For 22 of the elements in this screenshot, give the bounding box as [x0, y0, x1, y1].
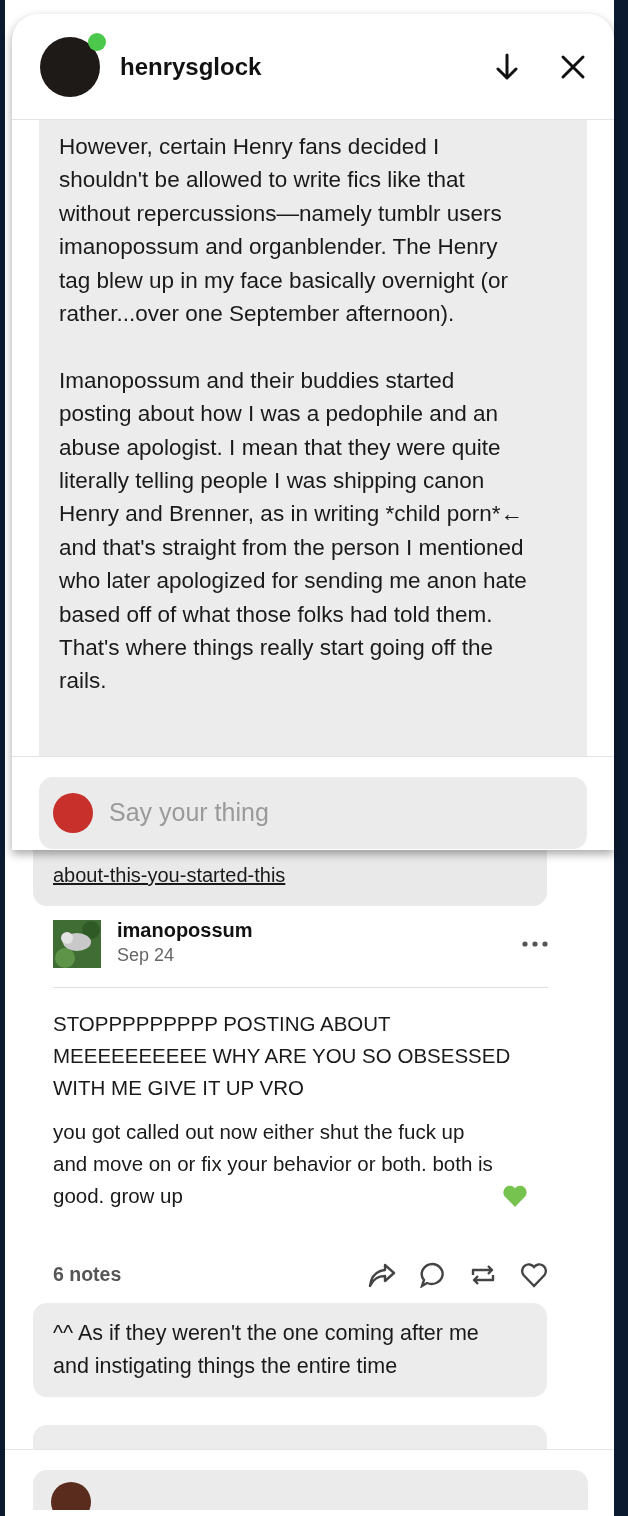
share-icon[interactable] [368, 1261, 396, 1288]
heart-icon[interactable] [520, 1261, 548, 1288]
post-text: you got called out now either shut the fuck up and move on or fix your behavior or both. both is good. grow up [53, 1119, 494, 1209]
message-text: Imanopossum and their buddies started posting about how I was a pedophile and an abuse apologist. I mean that they were quite literally telling people I was shipping canon Henry and Brenner, as in writing *child porn*← and that's straight from the person I mentioned who later apologized for sending me anon hate based off of what those folks had told them. That's where things really start going off the rails. [59, 366, 528, 696]
avatar [51, 1482, 91, 1511]
author-name[interactable]: imanopossum [117, 918, 506, 942]
reply-field[interactable]: Say your thing [39, 777, 587, 849]
reply-input[interactable]: Say your thing [107, 793, 573, 833]
more-icon[interactable] [522, 940, 548, 947]
close-button[interactable] [560, 53, 586, 80]
post-text: STOPPPPPPPPP POSTING ABOUT MEEEEEEEEEE WHY ARE YOU SO OBSESSED WITH ME GIVE IT UP VRO [53, 1011, 512, 1101]
reply-field[interactable] [33, 1470, 588, 1511]
post-link[interactable]: about-this-you-started-this [53, 864, 286, 886]
minimize-button[interactable] [494, 52, 520, 81]
reply-bubble: ^^ As if they weren't the one coming after me and instigating things the entire time [33, 1303, 547, 1398]
message-text: However, certain Henry fans decided I shouldn't be allowed to write fics like that without repercussions—namely tumblr users imanopossum and organblender. The Henry tag blew up in my face basically overnight (or rather...over one September afternoon). [59, 133, 509, 329]
username[interactable]: henrysglock [120, 48, 478, 85]
comment-icon[interactable] [420, 1261, 446, 1288]
avatar [53, 793, 93, 833]
notes-count[interactable]: 6 notes [53, 1260, 368, 1290]
post-date: Sep 24 [117, 944, 176, 967]
heart-emoji-icon [502, 1184, 528, 1208]
